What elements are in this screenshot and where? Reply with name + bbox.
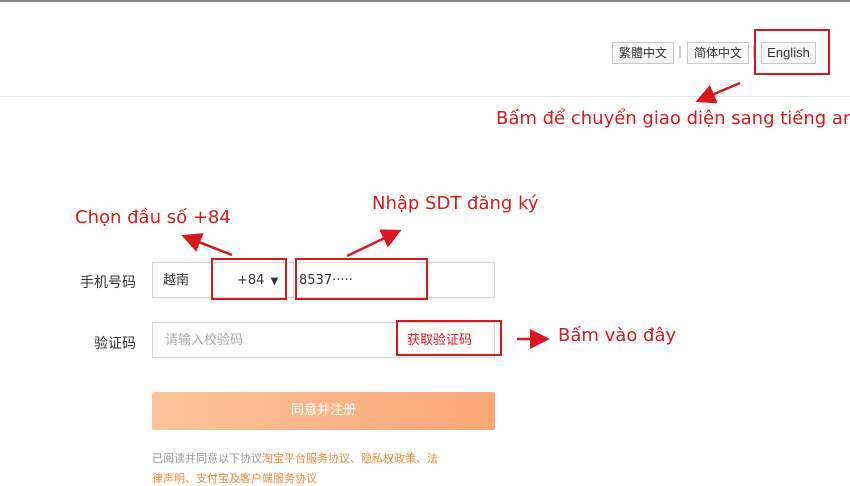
arrow-to-english [695,81,741,104]
arrow-to-phone [346,229,402,258]
annotation-arrows [181,81,741,349]
arrow-to-country-code [181,233,233,257]
